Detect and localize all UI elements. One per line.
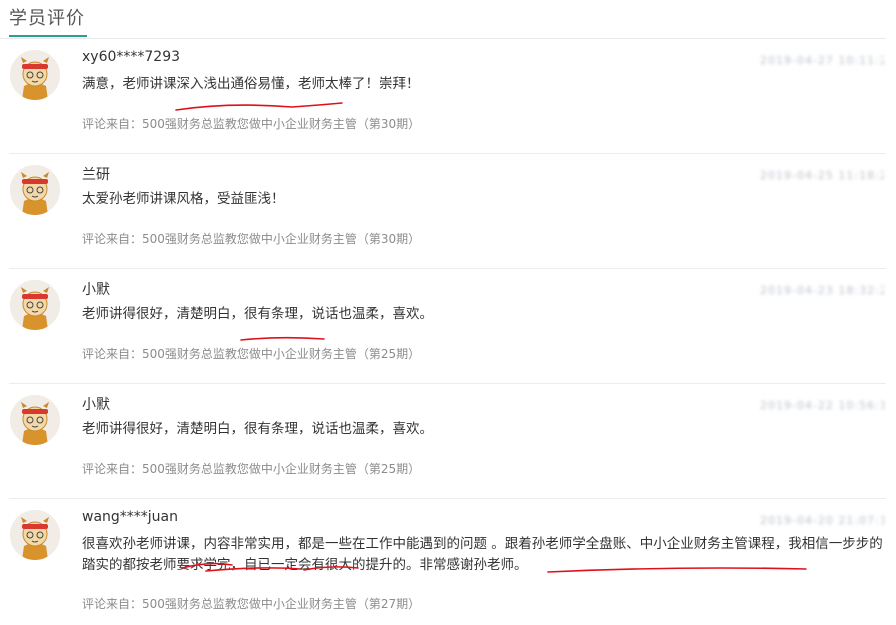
- user-avatar[interactable]: [10, 395, 60, 445]
- tiger-mascot-icon: [10, 395, 60, 445]
- review-username: wang****juan: [82, 509, 179, 525]
- tiger-mascot-icon: [10, 165, 60, 215]
- review-source[interactable]: 评论来自：500强财务总监教您做中小企业财务主管（第27期）: [82, 595, 420, 612]
- review-item: xy60****7293 满意，老师讲课深入浅出通俗易懂，老师太棒了！崇拜！ 评…: [9, 38, 886, 154]
- section-title: 学员评价: [9, 8, 85, 29]
- review-date: 2019-04-20 21:07:16: [760, 514, 884, 526]
- section-header: 学员评价: [0, 0, 886, 39]
- review-comment: 满意，老师讲课深入浅出通俗易懂，老师太棒了！崇拜！: [82, 76, 420, 92]
- user-avatar[interactable]: [10, 50, 60, 100]
- review-comment: 太爱孙老师讲课风格，受益匪浅！: [82, 191, 285, 207]
- review-username: xy60****7293: [82, 49, 181, 65]
- review-date: 2019-04-25 11:18:21: [760, 169, 884, 181]
- review-source[interactable]: 评论来自：500强财务总监教您做中小企业财务主管（第30期）: [82, 115, 420, 132]
- review-username: 小默: [82, 397, 110, 413]
- review-source[interactable]: 评论来自：500强财务总监教您做中小企业财务主管（第25期）: [82, 345, 420, 362]
- review-comment: 老师讲得很好，清楚明白，很有条理，说话也温柔，喜欢。: [82, 421, 433, 437]
- user-avatar[interactable]: [10, 280, 60, 330]
- review-source[interactable]: 评论来自：500强财务总监教您做中小企业财务主管（第25期）: [82, 460, 420, 477]
- tiger-mascot-icon: [10, 280, 60, 330]
- review-date: 2019-04-23 18:32:21: [760, 284, 884, 296]
- review-item: wang****juan 很喜欢孙老师讲课，内容非常实用，都是一些在工作中能遇到…: [9, 498, 886, 625]
- review-item: 小默 老师讲得很好，清楚明白，很有条理，说话也温柔，喜欢。 评论来自：500强财…: [9, 268, 886, 384]
- tiger-mascot-icon: [10, 510, 60, 560]
- review-date: 2019-04-27 10:11:27: [760, 54, 884, 66]
- user-avatar[interactable]: [10, 165, 60, 215]
- user-avatar[interactable]: [10, 510, 60, 560]
- review-comment: 老师讲得很好，清楚明白，很有条理，说话也温柔，喜欢。: [82, 306, 433, 322]
- review-username: 小默: [82, 282, 110, 298]
- tiger-mascot-icon: [10, 50, 60, 100]
- review-source[interactable]: 评论来自：500强财务总监教您做中小企业财务主管（第30期）: [82, 230, 420, 247]
- review-item: 小默 老师讲得很好，清楚明白，很有条理，说话也温柔，喜欢。 评论来自：500强财…: [9, 383, 886, 499]
- review-item: 兰研 太爱孙老师讲课风格，受益匪浅！ 评论来自：500强财务总监教您做中小企业财…: [9, 153, 886, 269]
- review-comment: 很喜欢孙老师讲课，内容非常实用，都是一些在工作中能遇到的问题 。跟着孙老师学全盘…: [82, 536, 883, 573]
- section-title-underline: [9, 35, 87, 37]
- review-date: 2019-04-22 10:56:14: [760, 399, 884, 411]
- review-username: 兰研: [82, 167, 110, 183]
